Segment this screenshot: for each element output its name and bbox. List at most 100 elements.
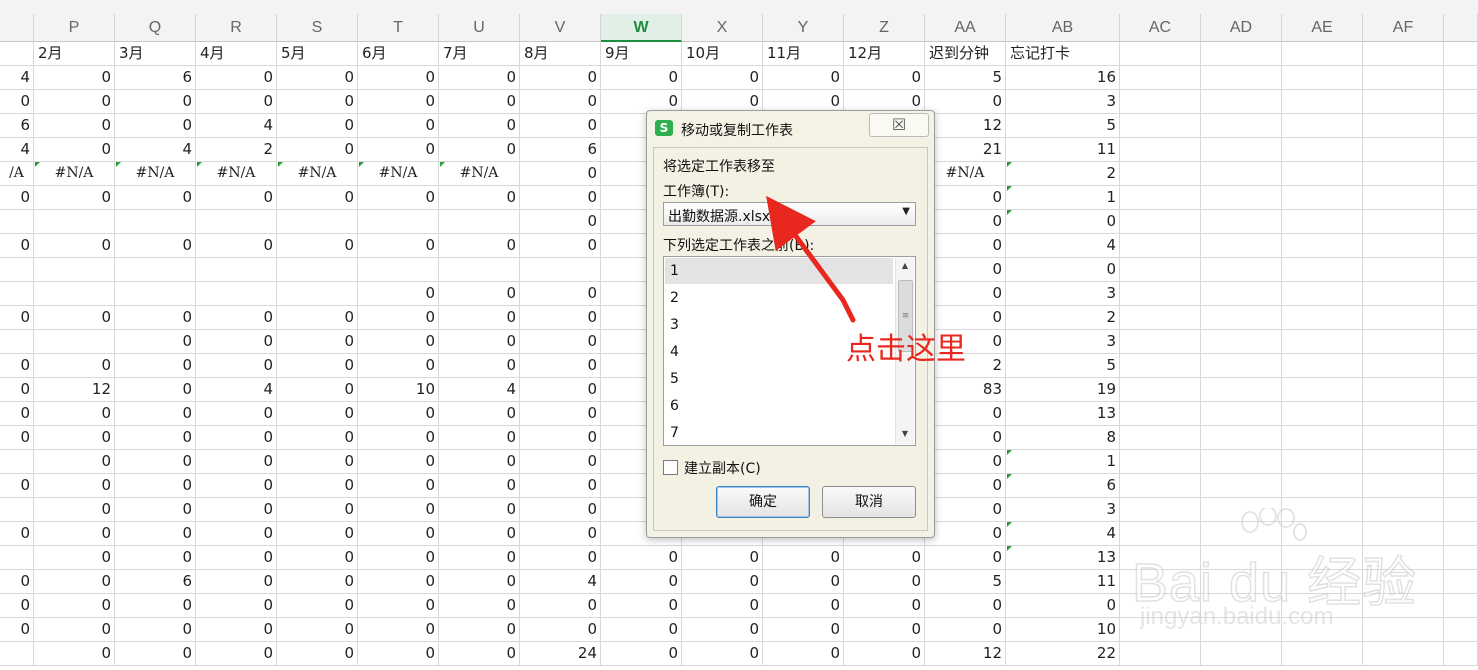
data-cell[interactable]: 0: [439, 90, 520, 114]
data-cell[interactable]: [1363, 66, 1444, 90]
data-cell[interactable]: 0: [358, 402, 439, 426]
data-cell[interactable]: 0: [520, 66, 601, 90]
data-cell[interactable]: [1444, 90, 1478, 114]
data-cell[interactable]: [1363, 138, 1444, 162]
header-cell[interactable]: [0, 42, 34, 66]
data-cell[interactable]: [1363, 426, 1444, 450]
data-cell[interactable]: 0: [601, 570, 682, 594]
data-cell[interactable]: 0: [682, 570, 763, 594]
data-cell[interactable]: [1444, 162, 1478, 186]
column-header-edge[interactable]: [0, 14, 34, 42]
data-cell[interactable]: #N/A: [358, 162, 439, 186]
header-cell[interactable]: 5月: [277, 42, 358, 66]
data-cell[interactable]: 0: [358, 618, 439, 642]
data-cell[interactable]: [1201, 402, 1282, 426]
data-cell[interactable]: 0: [682, 594, 763, 618]
data-cell[interactable]: [1363, 258, 1444, 282]
data-cell[interactable]: [1282, 402, 1363, 426]
data-cell[interactable]: 0: [520, 378, 601, 402]
header-cell[interactable]: 3月: [115, 42, 196, 66]
data-cell[interactable]: 0: [196, 90, 277, 114]
data-cell[interactable]: 0: [520, 234, 601, 258]
header-cell[interactable]: 9月: [601, 42, 682, 66]
data-cell[interactable]: 0: [34, 186, 115, 210]
data-cell[interactable]: [1120, 378, 1201, 402]
data-cell[interactable]: [1120, 114, 1201, 138]
data-cell[interactable]: 0: [925, 90, 1006, 114]
data-cell[interactable]: [1120, 186, 1201, 210]
data-cell[interactable]: 0: [115, 186, 196, 210]
data-cell[interactable]: 0: [1006, 258, 1120, 282]
data-cell[interactable]: 2: [196, 138, 277, 162]
data-cell[interactable]: 0: [34, 474, 115, 498]
data-cell[interactable]: 0: [520, 186, 601, 210]
data-cell[interactable]: [1282, 210, 1363, 234]
data-cell[interactable]: [1444, 354, 1478, 378]
data-cell[interactable]: 0: [115, 450, 196, 474]
data-cell[interactable]: 0: [520, 114, 601, 138]
data-cell[interactable]: [1363, 378, 1444, 402]
data-cell[interactable]: 0: [520, 546, 601, 570]
column-header-W[interactable]: W: [601, 14, 682, 42]
data-cell[interactable]: 0: [196, 570, 277, 594]
column-header-AA[interactable]: AA: [925, 14, 1006, 42]
data-cell[interactable]: 6: [115, 570, 196, 594]
data-cell[interactable]: 0: [196, 498, 277, 522]
data-cell[interactable]: 0: [34, 642, 115, 666]
data-cell[interactable]: 24: [520, 642, 601, 666]
data-cell[interactable]: 0: [34, 402, 115, 426]
data-cell[interactable]: 0: [358, 546, 439, 570]
ok-button[interactable]: 确定: [716, 486, 810, 518]
data-cell[interactable]: 16: [1006, 66, 1120, 90]
data-cell[interactable]: 4: [1006, 522, 1120, 546]
data-cell[interactable]: 0: [34, 594, 115, 618]
create-copy-label[interactable]: 建立副本(C): [684, 458, 761, 478]
close-icon[interactable]: ☒: [869, 113, 929, 137]
data-cell[interactable]: [1444, 474, 1478, 498]
data-cell[interactable]: 0: [439, 594, 520, 618]
data-cell[interactable]: 0: [358, 426, 439, 450]
header-cell[interactable]: 7月: [439, 42, 520, 66]
data-cell[interactable]: 0: [34, 138, 115, 162]
data-cell[interactable]: 0: [763, 66, 844, 90]
data-cell[interactable]: [1282, 234, 1363, 258]
data-cell[interactable]: [1444, 594, 1478, 618]
data-cell[interactable]: 4: [520, 570, 601, 594]
data-cell[interactable]: 11: [1006, 570, 1120, 594]
data-cell[interactable]: 0: [925, 402, 1006, 426]
data-cell[interactable]: 12: [925, 114, 1006, 138]
data-cell[interactable]: 0: [520, 282, 601, 306]
data-cell[interactable]: 0: [439, 546, 520, 570]
cancel-button[interactable]: 取消: [822, 486, 916, 518]
data-cell[interactable]: 0: [196, 474, 277, 498]
data-cell[interactable]: 0: [763, 546, 844, 570]
data-cell[interactable]: 0: [277, 66, 358, 90]
data-cell[interactable]: [1201, 426, 1282, 450]
data-cell[interactable]: [1201, 66, 1282, 90]
data-cell[interactable]: [277, 282, 358, 306]
data-cell[interactable]: 0: [439, 186, 520, 210]
column-header-T[interactable]: T: [358, 14, 439, 42]
data-cell[interactable]: 0: [115, 642, 196, 666]
data-cell[interactable]: [1282, 138, 1363, 162]
data-cell[interactable]: 0: [277, 498, 358, 522]
data-cell[interactable]: [0, 642, 34, 666]
data-cell[interactable]: [1282, 450, 1363, 474]
data-cell[interactable]: [1120, 258, 1201, 282]
header-cell[interactable]: [1201, 42, 1282, 66]
data-cell[interactable]: [1282, 426, 1363, 450]
data-cell[interactable]: [1201, 306, 1282, 330]
data-cell[interactable]: 0: [277, 546, 358, 570]
data-cell[interactable]: 0: [601, 618, 682, 642]
data-cell[interactable]: [0, 498, 34, 522]
data-cell[interactable]: 0: [0, 234, 34, 258]
data-cell[interactable]: [1444, 642, 1478, 666]
data-cell[interactable]: [1363, 402, 1444, 426]
data-cell[interactable]: 0: [0, 306, 34, 330]
data-cell[interactable]: [277, 258, 358, 282]
data-cell[interactable]: 0: [925, 546, 1006, 570]
data-cell[interactable]: [1444, 570, 1478, 594]
data-cell[interactable]: 4: [196, 378, 277, 402]
data-cell[interactable]: 0: [115, 618, 196, 642]
data-cell[interactable]: 0: [844, 66, 925, 90]
